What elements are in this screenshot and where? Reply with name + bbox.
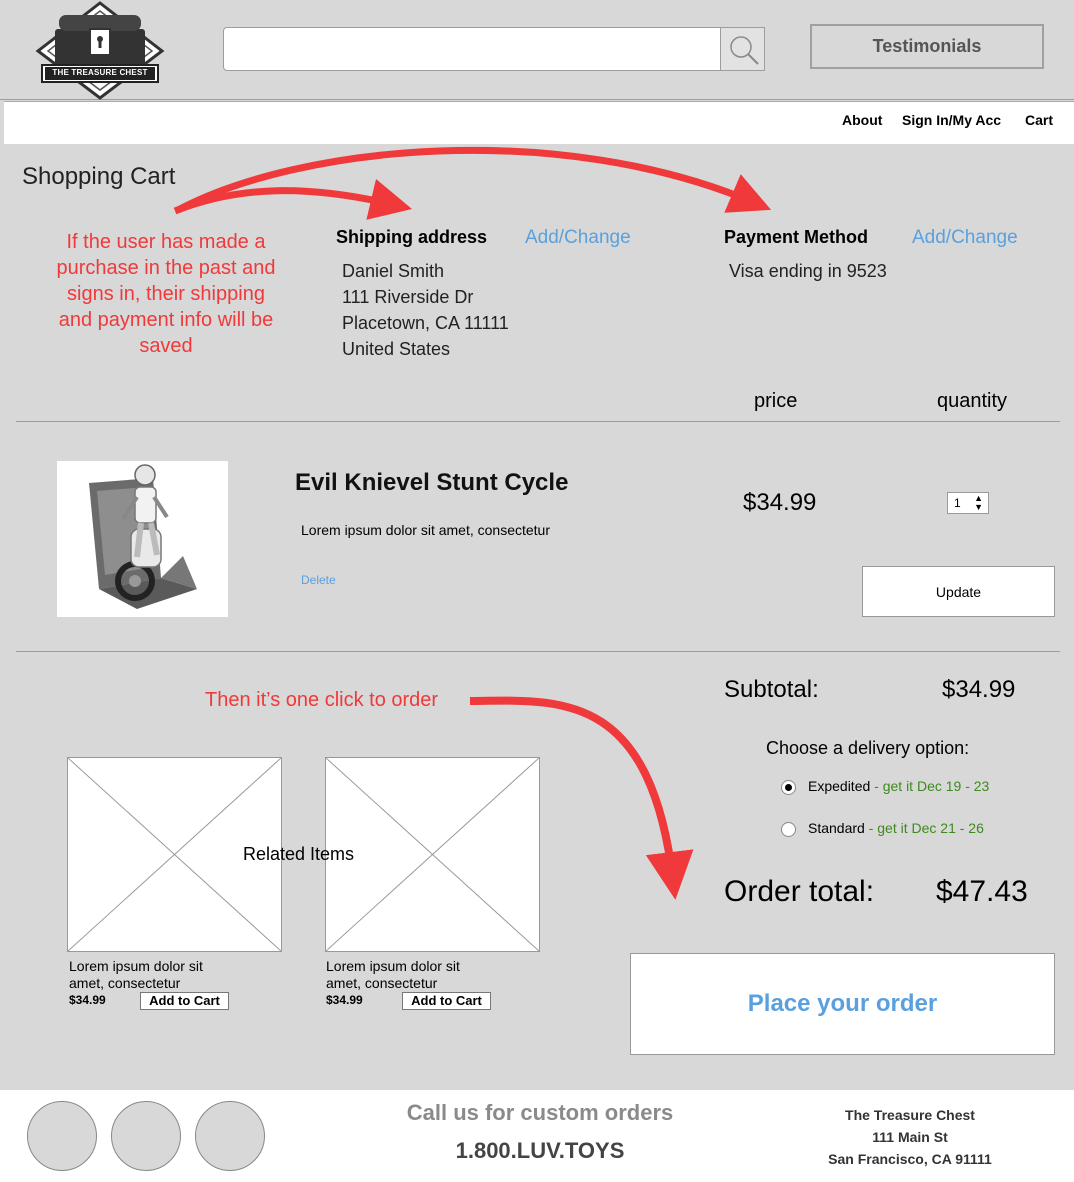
related-item-price: $34.99 — [326, 993, 363, 1007]
social-icon[interactable] — [27, 1101, 97, 1171]
related-item-text: Lorem ipsum dolor sit amet, consectetur — [326, 958, 460, 992]
logo-text: THE TREASURE CHEST — [52, 68, 148, 77]
annotation-saved-info: If the user has made a purchase in the p… — [30, 229, 302, 359]
price-column-header: price — [754, 390, 798, 412]
subtotal-value: $34.99 — [942, 676, 1016, 703]
testimonials-button[interactable]: Testimonials — [810, 24, 1044, 69]
option-label: Expedited — [808, 778, 871, 794]
social-icon[interactable] — [111, 1101, 181, 1171]
shipping-change-link[interactable]: Add/Change — [525, 227, 631, 249]
related-item-line: amet, consectetur — [69, 975, 181, 991]
nav-about-link[interactable]: About — [842, 112, 882, 128]
payment-method-value: Visa ending in 9523 — [729, 261, 887, 281]
radio-standard[interactable] — [781, 822, 796, 837]
search-input[interactable] — [223, 27, 721, 71]
related-item-text: Lorem ipsum dolor sit amet, consectetur — [69, 958, 203, 992]
address-line: United States — [342, 339, 451, 359]
add-to-cart-button[interactable]: Add to Cart — [402, 992, 491, 1010]
quantity-value: 1 — [954, 496, 961, 510]
address-line: Daniel Smith — [342, 261, 445, 281]
logo[interactable]: THE TREASURE CHEST — [34, 1, 166, 100]
footer-address: The Treasure Chest 111 Main St San Franc… — [820, 1104, 1000, 1170]
place-order-button[interactable]: Place your order — [630, 953, 1055, 1055]
product-description: Lorem ipsum dolor sit amet, consectetur — [301, 522, 550, 538]
delete-link[interactable]: Delete — [301, 573, 336, 587]
nav-cart-link[interactable]: Cart — [1025, 112, 1053, 128]
related-item-image[interactable] — [325, 757, 540, 952]
shipping-address: Daniel Smith 111 Riverside Dr Placetown,… — [342, 258, 509, 362]
annotation-line: and payment info will be — [58, 309, 274, 331]
divider — [16, 421, 1060, 422]
annotation-line: saved — [139, 335, 193, 357]
quantity-column-header: quantity — [937, 390, 1008, 412]
related-item-line: Lorem ipsum dolor sit — [69, 958, 203, 974]
nav-signin-link[interactable]: Sign In/My Acc — [902, 112, 1001, 128]
footer-street: 111 Main St — [872, 1129, 948, 1145]
payment-change-link[interactable]: Add/Change — [912, 227, 1018, 249]
delivery-prompt: Choose a delivery option: — [766, 738, 970, 758]
address-line: 111 Riverside Dr — [342, 287, 474, 307]
product-name[interactable]: Evil Knievel Stunt Cycle — [295, 469, 568, 497]
search-icon — [730, 36, 759, 65]
shipping-address-label: Shipping address — [336, 227, 488, 247]
stepper-arrows-icon[interactable]: ▲ ▼ — [974, 494, 983, 512]
radio-expedited[interactable] — [781, 780, 796, 795]
annotation-line: purchase in the past and — [56, 257, 276, 279]
annotation-line: signs in, their shipping — [67, 283, 265, 305]
quantity-stepper[interactable]: 1 ▲ ▼ — [947, 492, 989, 514]
related-item-line: amet, consectetur — [326, 975, 438, 991]
option-eta: - get it Dec 19 - 23 — [870, 778, 990, 794]
product-image[interactable] — [57, 461, 228, 617]
delivery-option-standard[interactable]: Standard - get it Dec 21 - 26 — [808, 820, 984, 836]
footer-call-text: Call us for custom orders — [406, 1100, 674, 1125]
annotation-line: If the user has made a — [66, 231, 266, 253]
order-total-label: Order total: — [724, 875, 875, 908]
update-button[interactable]: Update — [862, 566, 1055, 617]
related-item-line: Lorem ipsum dolor sit — [326, 958, 460, 974]
option-label: Standard — [808, 820, 865, 836]
page-title: Shopping Cart — [22, 163, 176, 190]
social-icon[interactable] — [195, 1101, 265, 1171]
related-item-price: $34.99 — [69, 993, 106, 1007]
order-total-value: $47.43 — [936, 875, 1028, 908]
subtotal-label: Subtotal: — [724, 676, 819, 703]
annotation-one-click: Then it’s one click to order — [205, 689, 439, 711]
related-items-title: Related Items — [243, 844, 355, 864]
delivery-option-expedited[interactable]: Expedited - get it Dec 19 - 23 — [808, 778, 989, 794]
item-price: $34.99 — [743, 489, 817, 516]
footer-company: The Treasure Chest — [845, 1107, 975, 1123]
address-line: Placetown, CA 11111 — [342, 313, 509, 333]
divider — [16, 651, 1060, 652]
option-eta: - get it Dec 21 - 26 — [864, 820, 984, 836]
add-to-cart-button[interactable]: Add to Cart — [140, 992, 229, 1010]
search-button[interactable] — [720, 27, 765, 71]
footer-phone[interactable]: 1.800.LUV.TOYS — [345, 1138, 735, 1164]
footer-city: San Francisco, CA 91111 — [828, 1151, 992, 1167]
payment-method-label: Payment Method — [724, 227, 869, 247]
